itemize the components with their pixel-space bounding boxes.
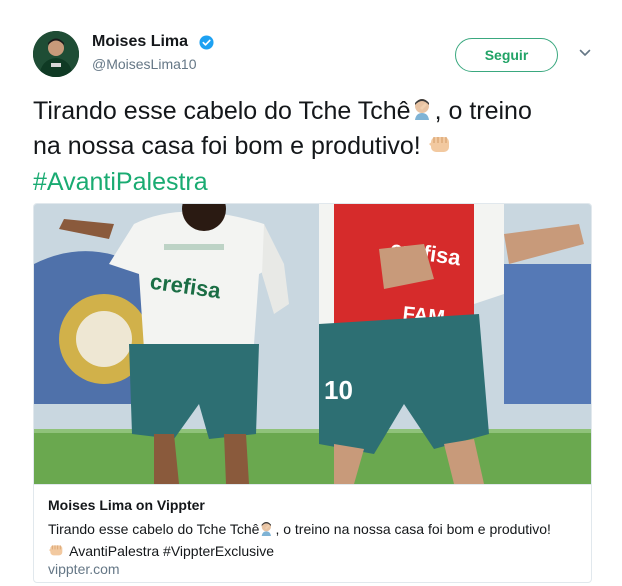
chevron-down-icon[interactable] xyxy=(579,48,591,58)
author-handle[interactable]: @MoisesLima10 xyxy=(92,56,196,72)
author-name[interactable]: Moises Lima xyxy=(92,33,188,51)
follow-button[interactable]: Seguir xyxy=(455,38,558,72)
card-photo: crefisa FAM crefisa FAM 10 xyxy=(34,204,591,484)
jersey-number: 10 xyxy=(324,375,353,405)
card-hashtags: AvantiPalestra #VippterExclusive xyxy=(69,542,275,559)
link-card[interactable]: crefisa FAM crefisa FAM 10 Moises Lima o… xyxy=(33,203,592,583)
tweet-text-part: na nossa casa foi bom e produtivo! xyxy=(33,132,421,161)
facepalm-emoji-icon xyxy=(259,520,275,541)
card-domain: vippter.com xyxy=(48,561,120,577)
tweet-hashtag-link[interactable]: #AvantiPalestra xyxy=(33,168,208,196)
card-body[interactable]: Moises Lima on Vippter Tirando esse cabe… xyxy=(34,484,591,582)
fist-bump-emoji-icon xyxy=(428,131,454,165)
tweet-text-part: Tirando esse cabelo do Tche Tchê xyxy=(33,97,411,125)
fist-bump-emoji-icon xyxy=(48,542,66,563)
avatar-image xyxy=(33,31,79,77)
tweet-text: Tirando esse cabelo do Tche Tchê , o trei… xyxy=(33,94,603,199)
tweet-card: Moises Lima @MoisesLima10 Seguir Tirando… xyxy=(0,0,622,586)
card-desc-part: Tirando esse cabelo do Tche Tchê xyxy=(48,521,260,537)
card-desc-part: , o treino na nossa casa foi bom e produ… xyxy=(275,521,551,537)
verified-badge-icon xyxy=(199,35,214,50)
avatar[interactable] xyxy=(33,31,79,77)
facepalm-emoji-icon xyxy=(411,95,435,129)
card-description: Tirando esse cabelo do Tche Tchê , o trei… xyxy=(48,519,578,563)
card-title: Moises Lima on Vippter xyxy=(48,497,205,513)
tweet-text-part: , o treino xyxy=(434,97,532,125)
